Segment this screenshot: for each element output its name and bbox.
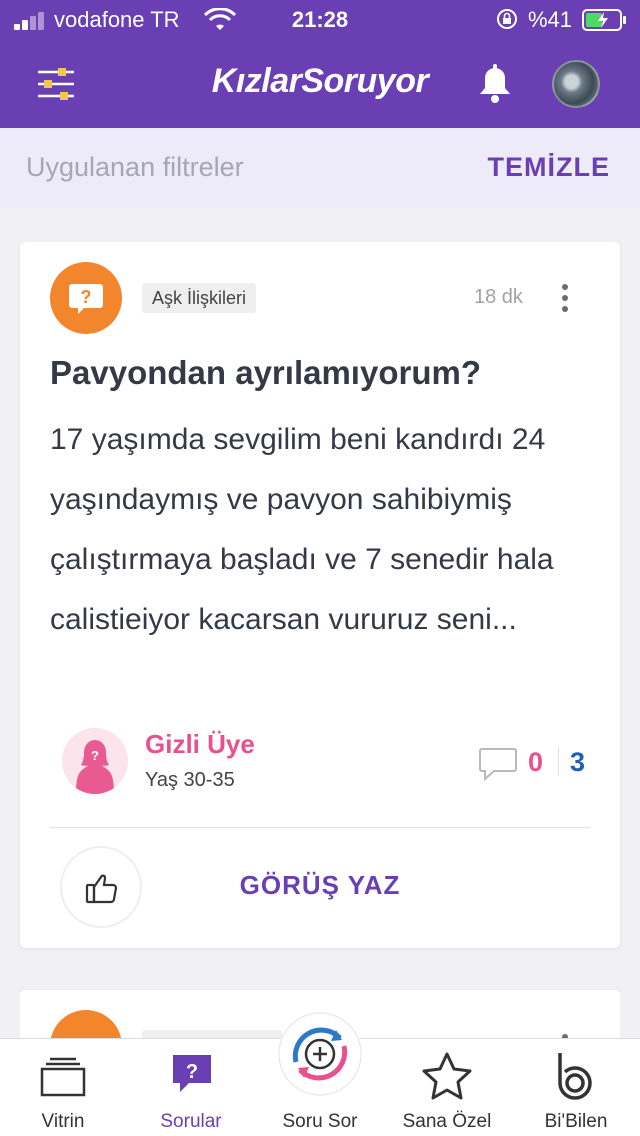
author-name[interactable]: Gizli Üye <box>145 729 255 760</box>
clear-filters-button[interactable]: TEMİZLE <box>488 152 611 183</box>
battery-percent: %41 <box>528 7 573 32</box>
app-bar: KızlarSoruyor <box>0 40 640 128</box>
svg-text:?: ? <box>91 748 99 763</box>
author-age: Yaş 30-35 <box>145 769 235 791</box>
female-silhouette-icon: ? <box>76 740 114 794</box>
category-tag[interactable]: Aşk İlişkileri <box>142 283 257 313</box>
more-options-icon[interactable] <box>554 282 576 314</box>
showcase-icon <box>40 1057 86 1097</box>
question-title[interactable]: Pavyondan ayrılamıyorum? <box>50 354 600 392</box>
tab-label: Soru Sor <box>282 1111 358 1132</box>
question-card[interactable]: ? Aşk İlişkileri 18 dk Pavyondan ayrılam… <box>20 242 620 948</box>
star-icon <box>422 1052 472 1100</box>
status-bar: vodafone TR 21:28 %41 <box>0 0 640 40</box>
notification-bell-icon[interactable] <box>474 62 516 106</box>
opinion-count: 0 <box>528 747 544 777</box>
thumbs-up-icon <box>85 874 118 904</box>
applied-filters-label: Uygulanan filtreler <box>26 152 244 182</box>
write-opinion-button[interactable]: GÖRÜŞ YAZ <box>180 870 460 901</box>
tab-label: Vitrin <box>41 1111 85 1132</box>
like-button[interactable] <box>60 846 142 928</box>
bibilen-icon <box>558 1053 592 1100</box>
question-bubble-icon: ? <box>69 284 103 314</box>
tab-label: Sana Özel <box>402 1111 492 1132</box>
question-icon: ? <box>173 1055 211 1092</box>
tab-bibilen[interactable]: Bi'Bilen <box>512 1039 640 1136</box>
plus-icon <box>278 1012 362 1096</box>
svg-text:?: ? <box>186 1061 198 1083</box>
user-avatar[interactable] <box>552 60 600 108</box>
post-time: 18 dk <box>474 286 523 308</box>
app-logo[interactable]: KızlarSoruyor <box>0 62 640 101</box>
ask-question-button[interactable] <box>278 1012 362 1096</box>
tab-sorular[interactable]: ? Sorular <box>128 1039 254 1136</box>
tab-vitrin[interactable]: Vitrin <box>0 1039 126 1136</box>
comment-icon <box>479 748 517 782</box>
count-separator <box>558 748 559 776</box>
tab-label: Bi'Bilen <box>544 1111 608 1132</box>
rotation-lock-icon <box>497 9 517 29</box>
card-divider <box>50 827 590 828</box>
tab-sana-ozel[interactable]: Sana Özel <box>384 1039 510 1136</box>
answer-count: 3 <box>570 747 586 777</box>
category-icon: ? <box>50 262 122 334</box>
battery-icon <box>582 9 626 31</box>
applied-filters-bar: Uygulanan filtreler TEMİZLE <box>0 128 640 208</box>
author-avatar[interactable]: ? <box>62 728 128 794</box>
svg-text:?: ? <box>81 287 92 307</box>
question-body[interactable]: 17 yaşımda sevgilim beni kandırdı 24 yaş… <box>50 410 600 650</box>
tab-label: Sorular <box>160 1111 222 1132</box>
header: vodafone TR 21:28 %41 KızlarSoruyor <box>0 0 640 128</box>
